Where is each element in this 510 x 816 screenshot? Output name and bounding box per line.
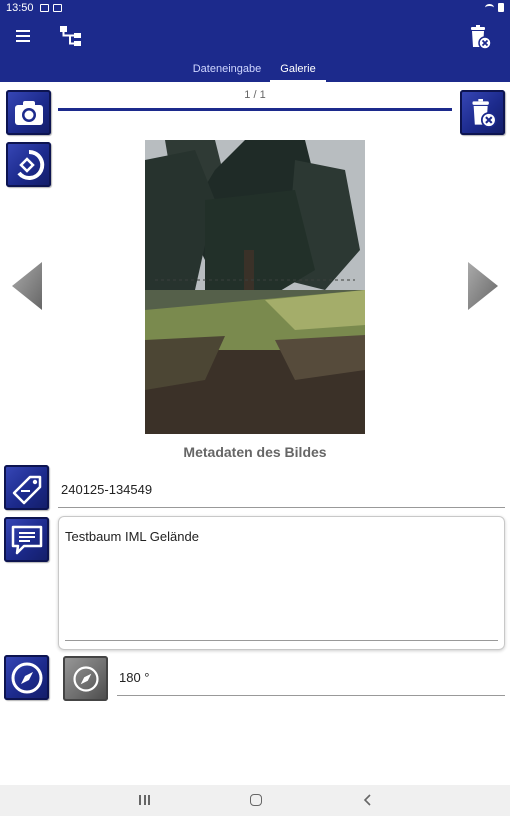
tree-structure-icon[interactable] (59, 25, 83, 47)
tag-button[interactable] (4, 465, 49, 510)
image-counter: 1 / 1 (244, 89, 266, 101)
system-nav-bar (0, 785, 510, 816)
comment-icon (11, 525, 42, 554)
recent-apps-icon[interactable] (139, 795, 150, 806)
rotate-button[interactable] (6, 142, 51, 187)
back-icon[interactable] (362, 794, 374, 806)
battery-icon (498, 3, 504, 12)
compass-button[interactable] (4, 655, 49, 700)
comment-text: Testbaum IML Gelände (65, 529, 199, 544)
next-arrow-icon[interactable] (468, 262, 498, 310)
image-notification-icon (39, 3, 49, 12)
compass-measure-button[interactable] (63, 656, 108, 701)
menu-icon[interactable] (16, 30, 30, 42)
tag-icon (12, 475, 41, 504)
compass-icon (72, 665, 99, 692)
home-icon[interactable] (250, 794, 262, 806)
mail-notification-icon (52, 3, 62, 12)
status-bar: 13:50 (0, 0, 510, 15)
tab-bar: Dateneingabe Galerie (0, 56, 510, 82)
compass-icon (11, 662, 42, 693)
rotate-icon (16, 149, 44, 180)
image-id-field[interactable]: 240125-134549 (61, 482, 152, 497)
metadata-title: Metadaten des Bildes (183, 444, 327, 460)
comment-underline (65, 640, 498, 641)
tab-galerie[interactable]: Galerie (270, 56, 326, 82)
direction-underline (117, 695, 505, 696)
app-bar (0, 15, 510, 56)
delete-image-button[interactable] (460, 90, 505, 135)
status-time: 13:50 (6, 1, 34, 14)
camera-button[interactable] (6, 90, 51, 135)
comment-textarea[interactable]: Testbaum IML Gelände (58, 516, 505, 650)
tab-dateneingabe[interactable]: Dateneingabe (188, 56, 266, 82)
comment-button[interactable] (4, 517, 49, 562)
direction-field[interactable]: 180 ° (119, 670, 150, 685)
gallery-photo (145, 140, 365, 434)
gallery-progress-line (58, 108, 452, 111)
image-id-underline (58, 507, 505, 508)
wifi-icon (485, 4, 494, 11)
trash-icon (472, 98, 497, 128)
camera-icon (14, 100, 43, 125)
prev-arrow-icon[interactable] (12, 262, 42, 310)
trash-icon[interactable] (468, 24, 492, 50)
